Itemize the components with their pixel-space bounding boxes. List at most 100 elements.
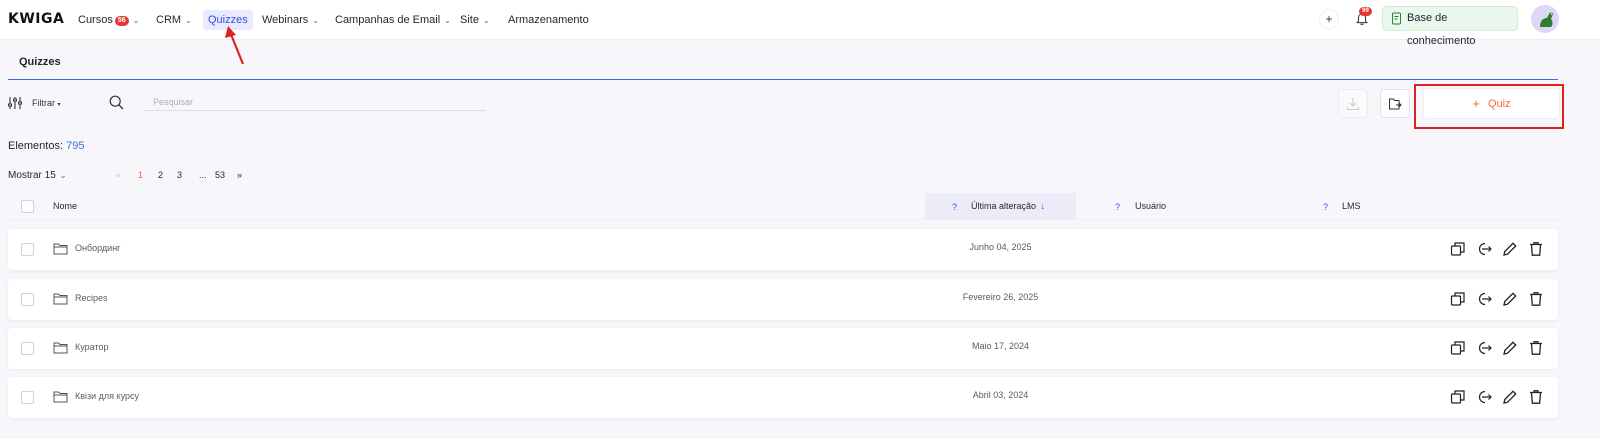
avatar-dino-icon <box>1540 12 1553 27</box>
elements-count-value: 795 <box>66 140 85 152</box>
row-last-modified: Fevereiro 26, 2025 <box>962 292 1039 302</box>
export-icon <box>1389 98 1402 110</box>
add-quiz-label: Quiz <box>1487 98 1511 110</box>
chevron-down-icon: ⌄ <box>59 171 67 180</box>
page-size-label: Mostrar 15 <box>8 170 56 181</box>
pagination-next[interactable]: » <box>237 170 242 180</box>
pagination-page-2[interactable]: 2 <box>158 170 163 180</box>
nav-email-label: Campanhas de Email <box>335 14 441 26</box>
row-name[interactable]: Куратор <box>75 342 109 352</box>
select-all-checkbox[interactable] <box>21 200 34 213</box>
pagination-page-1[interactable]: 1 <box>138 170 143 180</box>
copy-icon[interactable] <box>1450 389 1466 405</box>
nav-crm-label: CRM <box>156 14 182 26</box>
pagination-page-3[interactable]: 3 <box>177 170 182 180</box>
edit-icon[interactable] <box>1502 241 1518 257</box>
table-row[interactable]: Квізи для курсу Abril 03, 2024 <box>8 377 1558 418</box>
page-size-select[interactable]: Mostrar 15 ⌄ <box>8 170 67 181</box>
table-row[interactable]: Recipes Fevereiro 26, 2025 <box>8 279 1558 320</box>
export-button[interactable] <box>1380 89 1410 118</box>
move-icon[interactable] <box>1476 340 1492 356</box>
add-button[interactable]: + <box>1319 9 1339 29</box>
column-header-user[interactable]: Usuário <box>1135 201 1166 211</box>
folder-icon <box>53 243 68 255</box>
column-header-last-modified[interactable]: Última alteração ↓ <box>971 201 1045 211</box>
knowledge-base-label: Base de conhecimento <box>1407 12 1476 47</box>
elements-count: Elementos: 795 <box>8 140 84 152</box>
folder-icon <box>53 342 68 354</box>
nav-email-campaigns[interactable]: Campanhas de Email ⌄ <box>335 10 451 30</box>
nav-site-label: Site <box>460 14 479 26</box>
row-checkbox[interactable] <box>21 391 34 404</box>
move-icon[interactable] <box>1476 291 1492 307</box>
trash-icon[interactable] <box>1528 340 1544 356</box>
pagination-page-last[interactable]: 53 <box>215 170 225 180</box>
chevron-down-icon: ⌄ <box>482 16 490 25</box>
app-logo[interactable]: KWIGA <box>8 11 64 27</box>
last-modified-label: Última alteração <box>971 201 1037 211</box>
download-icon <box>1346 98 1360 111</box>
table-header: Nome ? Última alteração ↓ ? Usuário ? LM… <box>8 193 1558 220</box>
table-row[interactable]: Онбординг Junho 04, 2025 <box>8 229 1558 270</box>
last-modified-help-icon[interactable]: ? <box>952 202 957 212</box>
book-icon <box>1392 12 1401 25</box>
row-name[interactable]: Онбординг <box>75 243 120 253</box>
move-icon[interactable] <box>1476 389 1492 405</box>
search-icon <box>109 95 124 110</box>
row-last-modified: Junho 04, 2025 <box>969 242 1032 252</box>
filter-icon[interactable] <box>8 96 24 110</box>
table-row[interactable]: Куратор Maio 17, 2024 <box>8 328 1558 369</box>
row-name[interactable]: Recipes <box>75 293 108 303</box>
trash-icon[interactable] <box>1528 291 1544 307</box>
move-icon[interactable] <box>1476 241 1492 257</box>
copy-icon[interactable] <box>1450 291 1466 307</box>
folder-icon <box>53 293 68 305</box>
copy-icon[interactable] <box>1450 340 1466 356</box>
row-checkbox[interactable] <box>21 342 34 355</box>
copy-icon[interactable] <box>1450 241 1466 257</box>
row-last-modified: Abril 03, 2024 <box>972 390 1029 400</box>
search-input[interactable] <box>143 93 486 111</box>
row-last-modified: Maio 17, 2024 <box>971 341 1030 351</box>
page-title[interactable]: Quizzes <box>19 56 61 68</box>
filter-dropdown[interactable]: Filtrar ▾ <box>32 98 61 108</box>
row-checkbox[interactable] <box>21 293 34 306</box>
nav-webinars-label: Webinars <box>262 14 309 26</box>
caret-down-icon: ▾ <box>57 102 61 108</box>
pagination-prev[interactable]: « <box>116 170 121 180</box>
nav-site[interactable]: Site ⌄ <box>460 10 490 30</box>
lms-help-icon[interactable]: ? <box>1323 202 1328 212</box>
add-quiz-button[interactable]: + Quiz <box>1423 88 1560 119</box>
user-avatar[interactable] <box>1531 5 1559 33</box>
pagination-ellipsis: ... <box>199 170 207 180</box>
courses-count-badge: 56 <box>114 16 129 26</box>
edit-icon[interactable] <box>1502 291 1518 307</box>
annotation-arrow <box>225 26 245 65</box>
chevron-down-icon: ⌄ <box>185 16 192 25</box>
user-help-icon[interactable]: ? <box>1115 202 1120 212</box>
nav-webinars[interactable]: Webinars ⌄ <box>262 10 319 30</box>
chevron-down-icon: ⌄ <box>444 16 451 25</box>
download-button[interactable] <box>1338 89 1368 118</box>
nav-courses-label: Cursos <box>78 14 113 26</box>
trash-icon[interactable] <box>1528 241 1544 257</box>
nav-courses[interactable]: Cursos 56 ⌄ <box>78 10 139 30</box>
row-checkbox[interactable] <box>21 243 34 256</box>
filter-label: Filtrar <box>32 98 55 108</box>
nav-storage[interactable]: Armazenamento <box>508 10 589 30</box>
notifications-badge: 99 <box>1359 7 1372 16</box>
elements-label: Elementos: <box>8 140 64 152</box>
plus-icon: + <box>1472 96 1480 111</box>
column-header-lms[interactable]: LMS <box>1342 201 1361 211</box>
chevron-down-icon: ⌄ <box>312 16 319 25</box>
column-header-name[interactable]: Nome <box>53 201 77 211</box>
chevron-down-icon: ⌄ <box>132 16 140 25</box>
nav-crm[interactable]: CRM ⌄ <box>156 10 192 30</box>
edit-icon[interactable] <box>1502 340 1518 356</box>
nav-storage-label: Armazenamento <box>508 14 589 26</box>
trash-icon[interactable] <box>1528 389 1544 405</box>
folder-icon <box>53 391 68 403</box>
knowledge-base-button[interactable]: Base de conhecimento <box>1382 6 1518 47</box>
row-name[interactable]: Квізи для курсу <box>75 391 139 401</box>
edit-icon[interactable] <box>1502 389 1518 405</box>
